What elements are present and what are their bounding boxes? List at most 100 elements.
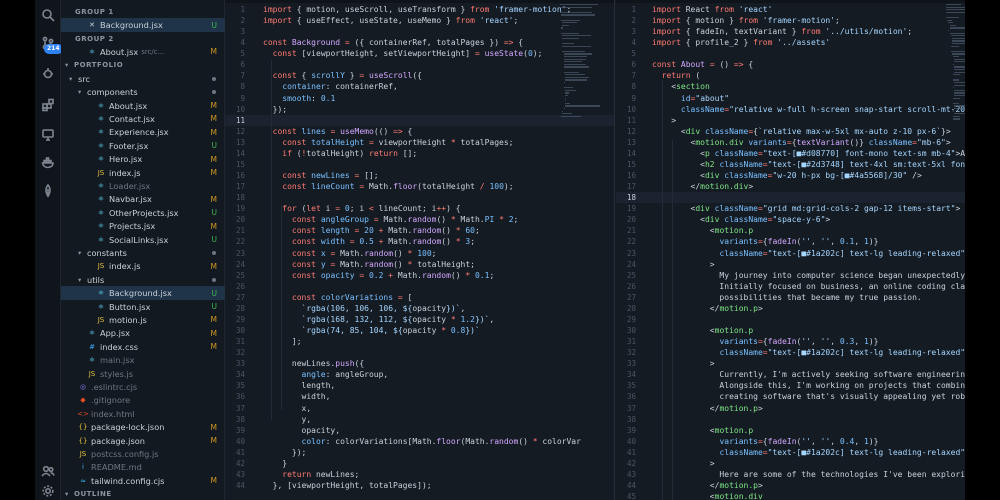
file-item[interactable]: {} package-lock.json M bbox=[61, 420, 225, 434]
code-line[interactable]: 44 </motion.p> bbox=[616, 480, 965, 491]
settings-gear-icon[interactable] bbox=[41, 484, 55, 498]
file-item[interactable]: ◆ .gitignore bbox=[61, 394, 225, 408]
code-line[interactable]: 12 const lines = useMemo(() => { bbox=[225, 126, 614, 137]
file-item[interactable]: ✕ Background.jsx U bbox=[61, 18, 225, 32]
editor-pane-about-jsx[interactable]: 1 import React from 'react' 2 import { moti… bbox=[616, 0, 965, 500]
code-line[interactable]: 37 x, bbox=[225, 403, 614, 414]
code-line[interactable]: 18 bbox=[616, 192, 965, 204]
run-debug-icon[interactable] bbox=[41, 66, 55, 80]
code-line[interactable]: 11 > bbox=[616, 115, 965, 126]
chevron-down-icon[interactable]: ▾ bbox=[65, 61, 74, 69]
code-line[interactable]: 7 return ( bbox=[616, 70, 965, 81]
code-line[interactable]: 40 color: colorVariations[Math.floor(Mat… bbox=[225, 436, 614, 447]
code-line[interactable]: 42 } bbox=[225, 458, 614, 469]
code-line[interactable]: 30 <motion.p bbox=[616, 325, 965, 336]
accounts-icon[interactable] bbox=[41, 464, 55, 478]
code-line[interactable]: 25 const opacity = 0.2 + Math.random() *… bbox=[225, 270, 614, 281]
code-line[interactable]: 5 bbox=[616, 48, 965, 59]
file-item[interactable]: {} package.json M bbox=[61, 434, 225, 448]
file-item[interactable]: ⚛ Contact.jsx M bbox=[61, 112, 225, 126]
file-item[interactable]: ⚛ main.jsx bbox=[61, 353, 225, 367]
file-item[interactable]: ⚛ OtherProjects.jsx U bbox=[61, 206, 225, 220]
code-line[interactable]: 14 <p className="text-[■#d08770] font-mo… bbox=[616, 148, 965, 159]
code-line[interactable]: 18 bbox=[225, 192, 614, 203]
file-item[interactable]: JS index.js M bbox=[61, 260, 225, 274]
code-line[interactable]: 35 Alongside this, I'm working on projec… bbox=[616, 380, 965, 391]
file-item[interactable]: ⚛ Button.jsx U bbox=[61, 300, 225, 314]
code-line[interactable]: 15 bbox=[225, 159, 614, 170]
code-line[interactable]: 13 const totalHeight = viewportHeight * … bbox=[225, 137, 614, 148]
docker-icon[interactable] bbox=[41, 156, 55, 170]
code-line[interactable]: 1 import React from 'react' bbox=[616, 4, 965, 15]
minimap[interactable] bbox=[560, 4, 608, 134]
file-item[interactable]: ⚛ Hero.jsx M bbox=[61, 152, 225, 166]
code-line[interactable]: 4 import { profile_2 } from '../assets' bbox=[616, 37, 965, 48]
chevron-down-icon[interactable]: ▾ bbox=[78, 249, 87, 257]
file-item[interactable]: ⚛ About.jsx M bbox=[61, 99, 225, 113]
code-line[interactable]: 34 Currently, I'm actively seeking softw… bbox=[616, 369, 965, 380]
file-item[interactable]: ≈ tailwind.config.cjs M bbox=[61, 474, 225, 488]
code-line[interactable]: 33 newLines.push({ bbox=[225, 358, 614, 369]
code-line[interactable]: 30 `rgba(74, 85, 104, ${opacity * 0.8})` bbox=[225, 325, 614, 336]
file-item[interactable]: JS motion.js M bbox=[61, 313, 225, 327]
code-line[interactable]: 31 ]; bbox=[225, 336, 614, 347]
code-line[interactable]: 36 creating software that's visually app… bbox=[616, 391, 965, 402]
code-line[interactable]: 23 const x = Math.random() * 100; bbox=[225, 248, 614, 259]
chevron-down-icon[interactable]: ▾ bbox=[78, 88, 87, 96]
code-line[interactable]: 23 className="text-[■#1a202c] text-lg le… bbox=[616, 248, 965, 259]
code-line[interactable]: 3 bbox=[225, 26, 614, 37]
code-line[interactable]: 9 id="about" bbox=[616, 93, 965, 104]
code-line[interactable]: 28 </motion.p> bbox=[616, 303, 965, 314]
code-line[interactable]: 21 <motion.p bbox=[616, 225, 965, 236]
code-line[interactable]: 14 if (!totalHeight) return []; bbox=[225, 148, 614, 159]
file-item[interactable]: ⚛ SocialLinks.jsx U bbox=[61, 233, 225, 247]
chevron-down-icon[interactable]: ▾ bbox=[78, 276, 87, 284]
code-line[interactable]: 26 Initially focused on business, an onl… bbox=[616, 281, 965, 292]
code-line[interactable]: 16 const newLines = []; bbox=[225, 170, 614, 181]
code-line[interactable]: 24 const y = Math.random() * totalHeight… bbox=[225, 259, 614, 270]
chevron-down-icon[interactable]: ▾ bbox=[65, 490, 74, 498]
code-line[interactable]: 38 y, bbox=[225, 414, 614, 425]
file-item[interactable]: ⚛ Projects.jsx M bbox=[61, 219, 225, 233]
code-line[interactable]: 43 Here are some of the technologies I'v… bbox=[616, 469, 965, 480]
code-line[interactable]: 17 </motion.div> bbox=[616, 181, 965, 192]
extensions-icon[interactable] bbox=[41, 98, 55, 112]
code-line[interactable]: 26 bbox=[225, 281, 614, 292]
code-line[interactable]: 7 const { scrollY } = useScroll({ bbox=[225, 70, 614, 81]
code-line[interactable]: 39 <motion.p bbox=[616, 425, 965, 436]
code-line[interactable]: 19 for (let i = 0; i < lineCount; i++) { bbox=[225, 203, 614, 214]
code-line[interactable]: 40 variants={fadeIn('', '', 0.4, 1)} bbox=[616, 436, 965, 447]
code-line[interactable]: 3 import { fadeIn, textVariant } from '..… bbox=[616, 26, 965, 37]
code-line[interactable]: 22 const width = 0.5 + Math.random() * 3… bbox=[225, 236, 614, 247]
file-item[interactable]: JS styles.js bbox=[61, 367, 225, 381]
file-item[interactable]: ◎ .eslintrc.cjs bbox=[61, 380, 225, 394]
code-line[interactable]: 12 <div className={`relative max-w-5xl m… bbox=[616, 126, 965, 137]
code-line[interactable]: 45 <motion.div bbox=[616, 491, 965, 500]
code-line[interactable]: 34 angle: angleGroup, bbox=[225, 369, 614, 380]
file-item[interactable]: ⚛ Footer.jsx U bbox=[61, 139, 225, 153]
code-line[interactable]: 8 container: containerRef, bbox=[225, 81, 614, 92]
code-line[interactable]: 10 }); bbox=[225, 104, 614, 115]
file-item[interactable]: <> index.html bbox=[61, 407, 225, 421]
folder-src[interactable]: ▾ src bbox=[61, 72, 225, 86]
code-line[interactable]: 5 const [viewportHeight, setViewportHeig… bbox=[225, 48, 614, 59]
code-line[interactable]: 16 <div className="w-20 h-px bg-[■#4a556… bbox=[616, 170, 965, 181]
code-line[interactable]: 22 variants={fadeIn('', '', 0.1, 1)} bbox=[616, 236, 965, 247]
code-line[interactable]: 17 const lineCount = Math.floor(totalHei… bbox=[225, 181, 614, 192]
file-item[interactable]: i README.md bbox=[61, 461, 225, 475]
code-line[interactable]: 24 > bbox=[616, 259, 965, 270]
code-line[interactable]: 2 import { useEffect, useState, useMemo }… bbox=[225, 15, 614, 26]
folder-constants[interactable]: ▾ constants bbox=[61, 246, 225, 260]
explorer-section-header[interactable]: ▾ OUTLINE bbox=[61, 487, 225, 500]
editor-group-header[interactable]: GROUP 1 bbox=[61, 5, 225, 19]
file-item[interactable]: ⚛ App.jsx M bbox=[61, 327, 225, 341]
file-item[interactable]: ⚛ Loader.jsx bbox=[61, 179, 225, 193]
code-line[interactable]: 43 return newLines; bbox=[225, 469, 614, 480]
file-item[interactable]: ⚛ About.jsx src/c... M bbox=[61, 45, 225, 59]
code-line[interactable]: 44 }, [viewportHeight, totalPages]); bbox=[225, 480, 614, 491]
code-line[interactable]: 6 const About = () => { bbox=[616, 59, 965, 70]
remote-explorer-icon[interactable] bbox=[41, 128, 55, 142]
file-item[interactable]: ⚛ Experience.jsx M bbox=[61, 126, 225, 140]
file-item[interactable]: JS postcss.config.js bbox=[61, 447, 225, 461]
code-line[interactable]: 20 const angleGroup = Math.random() * Ma… bbox=[225, 214, 614, 225]
